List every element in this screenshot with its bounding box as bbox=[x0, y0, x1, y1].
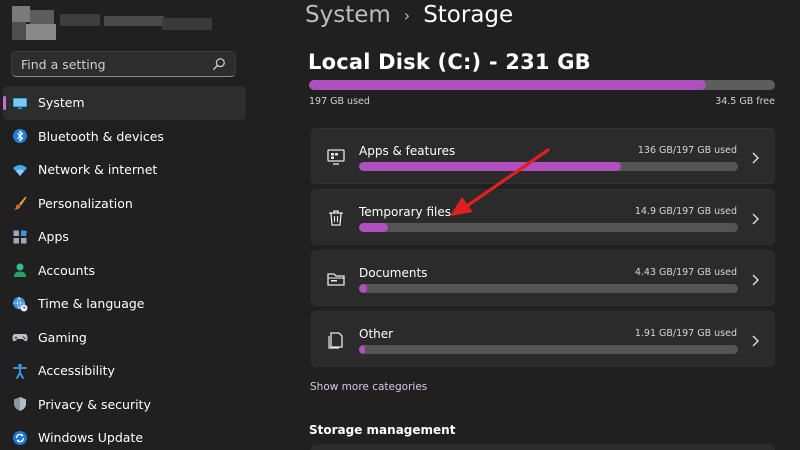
category-usage-bar-fill bbox=[359, 223, 388, 232]
brush-icon bbox=[11, 194, 29, 212]
update-icon bbox=[11, 429, 29, 447]
sidebar-item-bluetooth-devices[interactable]: Bluetooth & devices bbox=[3, 120, 246, 154]
sidebar-item-privacy-security[interactable]: Privacy & security bbox=[3, 388, 246, 422]
sidebar-item-windows-update[interactable]: Windows Update bbox=[3, 421, 246, 450]
chevron-right-icon[interactable] bbox=[750, 272, 760, 286]
category-usage: 136 GB/197 GB used bbox=[637, 145, 737, 156]
sidebar-item-accounts[interactable]: Accounts bbox=[3, 254, 246, 288]
storage-category-list: Apps & features 136 GB/197 GB used Tempo… bbox=[311, 128, 775, 372]
sidebar-item-label: Apps bbox=[38, 229, 69, 245]
storage-management-heading: Storage management bbox=[309, 423, 456, 437]
category-usage-bar bbox=[359, 162, 738, 171]
sidebar-nav: System Bluetooth & devices Network & int… bbox=[3, 86, 246, 450]
disk-usage-bar bbox=[309, 80, 775, 90]
category-usage-bar bbox=[359, 284, 738, 293]
accessibility-icon bbox=[11, 362, 29, 380]
category-documents[interactable]: Documents 4.43 GB/197 GB used bbox=[311, 250, 775, 306]
category-usage-bar bbox=[359, 223, 738, 232]
person-icon bbox=[11, 261, 29, 279]
disk-free-label: 34.5 GB free bbox=[715, 96, 775, 107]
category-usage-bar-fill bbox=[359, 284, 368, 293]
monitor-icon bbox=[11, 94, 29, 112]
disk-title: Local Disk (C:) - 231 GB bbox=[308, 50, 591, 74]
category-usage: 14.9 GB/197 GB used bbox=[634, 206, 737, 217]
sidebar-item-label: System bbox=[38, 95, 85, 111]
shield-icon bbox=[11, 395, 29, 413]
sidebar-item-label: Windows Update bbox=[38, 430, 144, 446]
folder-icon bbox=[326, 269, 346, 289]
apps-features-icon bbox=[326, 147, 346, 167]
sidebar-item-label: Accessibility bbox=[38, 363, 115, 379]
sidebar-item-time-language[interactable]: Time & language bbox=[3, 287, 246, 321]
sidebar-item-accessibility[interactable]: Accessibility bbox=[3, 354, 246, 388]
chevron-right-icon[interactable] bbox=[750, 211, 760, 225]
sidebar-item-label: Privacy & security bbox=[38, 396, 151, 412]
trash-icon bbox=[326, 208, 346, 228]
category-usage: 4.43 GB/197 GB used bbox=[634, 267, 737, 278]
category-other[interactable]: Other 1.91 GB/197 GB used bbox=[311, 311, 775, 367]
avatar bbox=[12, 6, 212, 42]
category-name: Documents bbox=[359, 266, 428, 280]
sidebar-item-label: Time & language bbox=[38, 296, 145, 312]
breadcrumb-system-link[interactable]: System bbox=[305, 2, 391, 28]
category-usage-bar-fill bbox=[359, 162, 621, 171]
category-name: Apps & features bbox=[359, 144, 456, 158]
sidebar-item-label: Accounts bbox=[38, 262, 95, 278]
category-usage: 1.91 GB/197 GB used bbox=[634, 328, 737, 339]
show-more-categories-link[interactable]: Show more categories bbox=[310, 381, 427, 393]
globe-clock-icon bbox=[11, 295, 29, 313]
storage-management-card[interactable] bbox=[311, 444, 775, 450]
search-placeholder: Find a setting bbox=[21, 56, 106, 72]
category-name: Temporary files bbox=[359, 205, 451, 219]
breadcrumb-separator-icon: › bbox=[403, 5, 411, 25]
disk-used-label: 197 GB used bbox=[309, 96, 370, 107]
breadcrumb: System › Storage bbox=[305, 0, 513, 30]
search-icon[interactable] bbox=[212, 57, 226, 71]
sidebar-item-personalization[interactable]: Personalization bbox=[3, 187, 246, 221]
sidebar: Find a setting System Bluetooth & device… bbox=[0, 0, 255, 450]
disk-usage-bar-fill bbox=[309, 80, 707, 90]
category-apps-features[interactable]: Apps & features 136 GB/197 GB used bbox=[311, 128, 775, 184]
sidebar-item-system[interactable]: System bbox=[3, 86, 246, 120]
gamepad-icon bbox=[11, 328, 29, 346]
sidebar-item-label: Network & internet bbox=[38, 162, 158, 178]
sidebar-item-label: Gaming bbox=[38, 329, 87, 345]
chevron-right-icon[interactable] bbox=[750, 333, 760, 347]
category-usage-bar-fill bbox=[359, 345, 365, 354]
document-icon bbox=[326, 330, 346, 350]
category-usage-bar bbox=[359, 345, 738, 354]
category-name: Other bbox=[359, 327, 394, 341]
sidebar-item-gaming[interactable]: Gaming bbox=[3, 321, 246, 355]
sidebar-item-apps[interactable]: Apps bbox=[3, 220, 246, 254]
sidebar-item-label: Bluetooth & devices bbox=[38, 128, 164, 144]
sidebar-item-network-internet[interactable]: Network & internet bbox=[3, 153, 246, 187]
sidebar-item-label: Personalization bbox=[38, 195, 133, 211]
bluetooth-icon bbox=[11, 127, 29, 145]
wifi-icon bbox=[11, 161, 29, 179]
chevron-right-icon[interactable] bbox=[750, 150, 760, 164]
search-input[interactable]: Find a setting bbox=[11, 51, 236, 77]
page-title: Storage bbox=[423, 2, 514, 28]
apps-icon bbox=[11, 228, 29, 246]
category-temporary-files[interactable]: Temporary files 14.9 GB/197 GB used bbox=[311, 189, 775, 245]
